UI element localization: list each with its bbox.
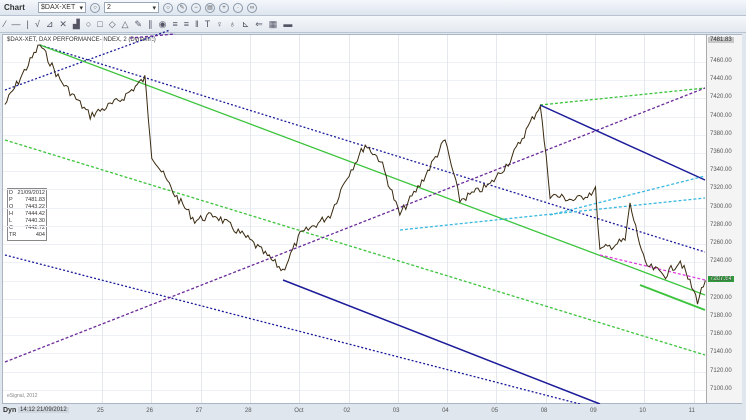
x-tick-label: 02 [343, 408, 351, 414]
x-tick-label: 05 [491, 408, 499, 414]
chart-overlay [4, 29, 706, 405]
x-tick-label: 28 [244, 408, 252, 414]
x-tick-label: Oct [294, 408, 304, 414]
trendline-green-short [639, 284, 706, 311]
channel-blue-dotted-low [4, 254, 581, 405]
x-tick-label: 03 [392, 408, 400, 414]
x-tick-label: 10 [639, 408, 646, 414]
cursor-datetime: 14:12 21/09/2012 [18, 407, 69, 413]
x-tick-label: 26 [146, 408, 153, 414]
mode-label[interactable]: Dyn [3, 407, 16, 414]
channel-blue-dotted-mid [39, 44, 706, 253]
trendline-purple-dashed [4, 87, 706, 363]
time-axis[interactable]: Dyn 14:12 21/09/2012 25 26 27 28 Oct 02 03 04 05… [0, 404, 746, 420]
trendline-purple-dashed-top [129, 33, 176, 39]
x-tick-label: 27 [195, 408, 203, 414]
x-tick-label: 08 [540, 408, 548, 414]
x-tick-label: 04 [442, 408, 449, 414]
x-tick-label: 09 [590, 408, 597, 414]
price-series [4, 44, 706, 305]
x-tick-label: 25 [97, 408, 104, 414]
trendline-cyan-dashed-2 [549, 175, 706, 216]
x-tick-label: 11 [688, 408, 695, 414]
channel-green-solid [39, 44, 706, 296]
trendline-green-dashed-top [539, 87, 706, 106]
channel-blue-solid-low [282, 279, 601, 405]
